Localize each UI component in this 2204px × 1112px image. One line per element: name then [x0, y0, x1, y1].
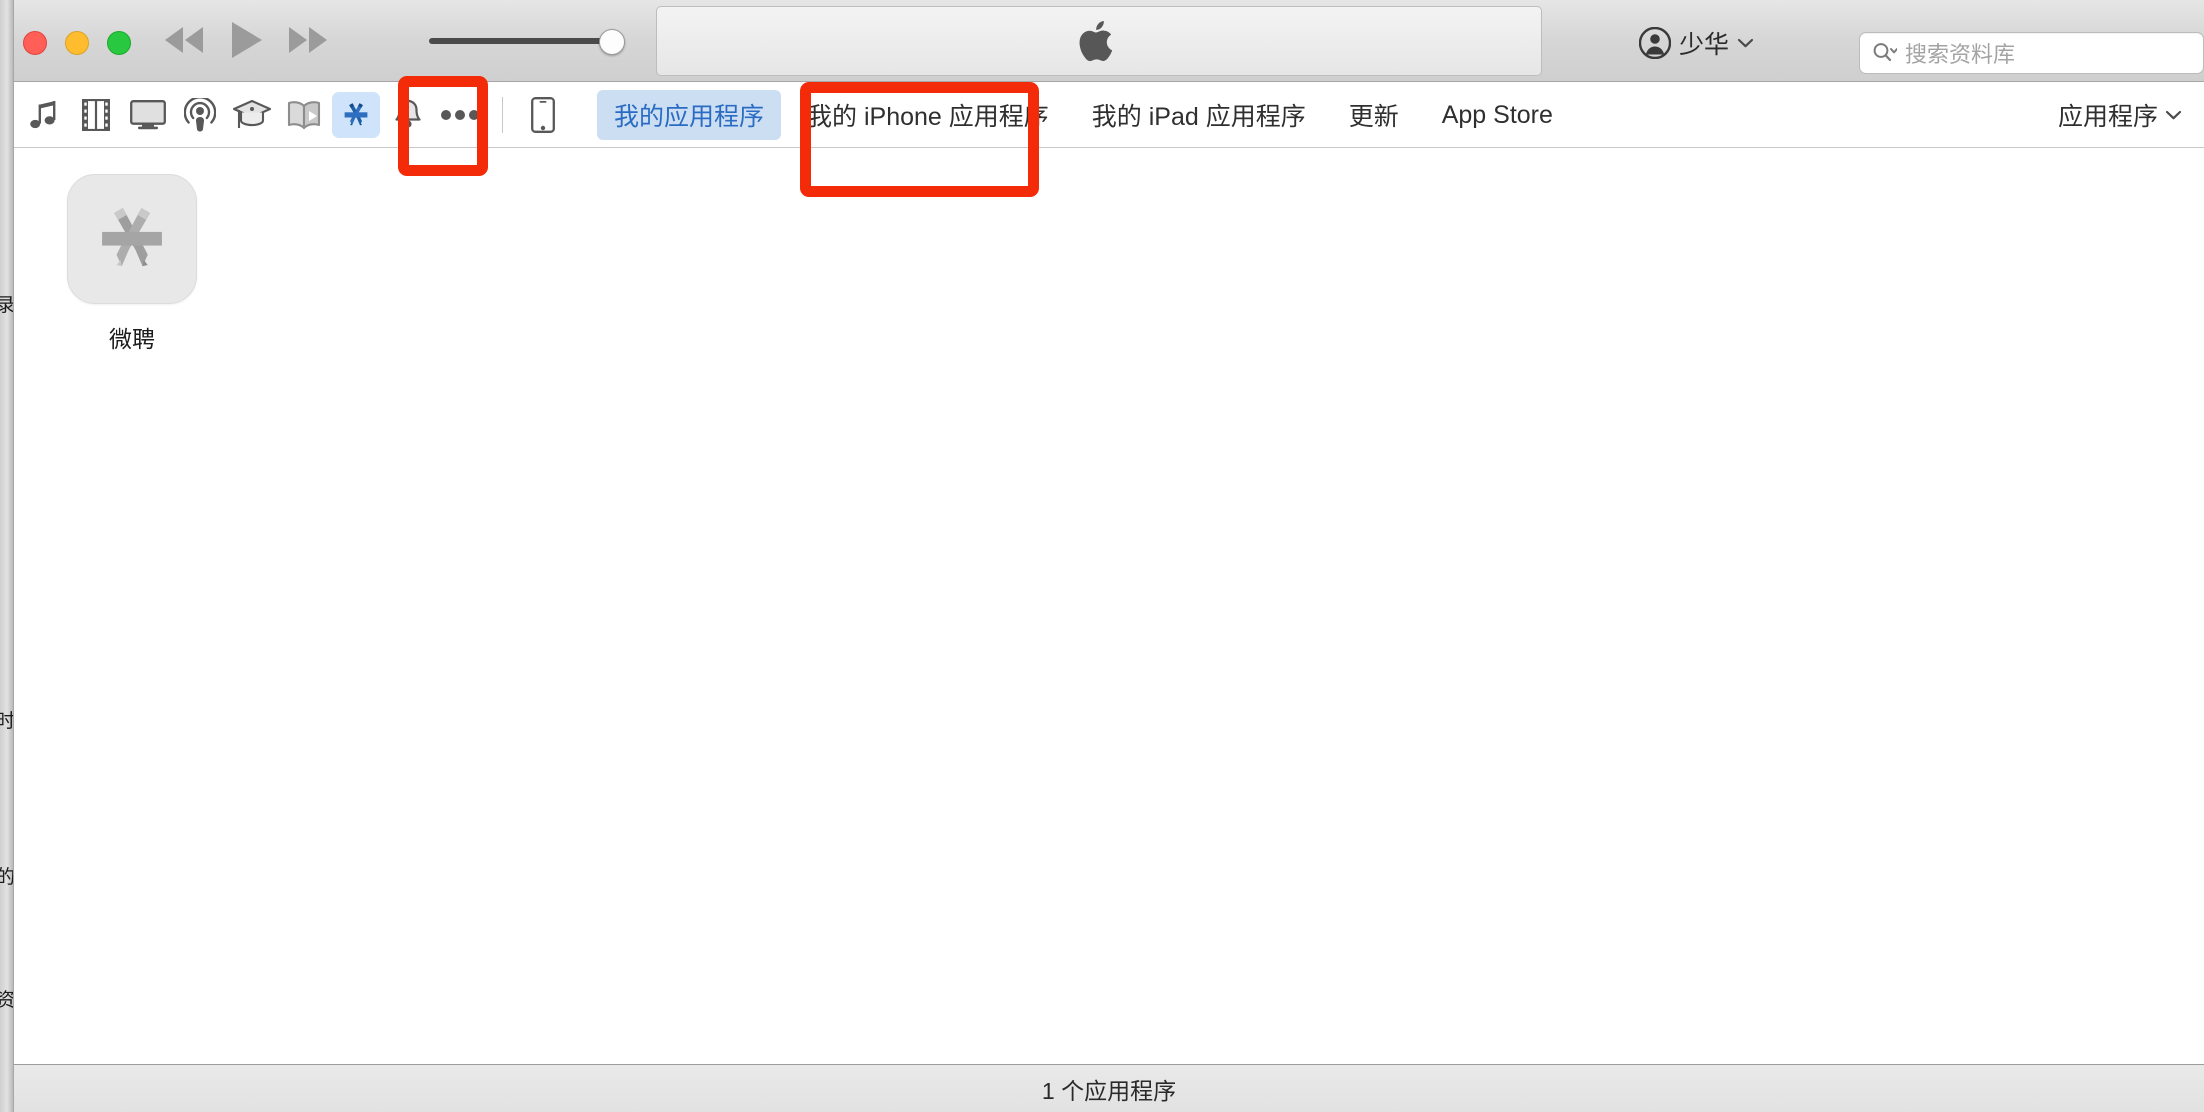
- app-name-label: 微聘: [109, 326, 155, 352]
- play-button[interactable]: [228, 20, 264, 60]
- tv-monitor-icon: [130, 100, 166, 130]
- itunes-window: 少华 搜索资料库 我的应用程序 我的 iPhone 应用程序 我的 iPad 应…: [13, 0, 2204, 1112]
- media-icon-tones[interactable]: [384, 92, 432, 138]
- itunes-window-root: 录 时 的 资 少华 搜索资料库 我的应用程序 我的 iPhone 应用程序 我…: [0, 0, 2204, 1112]
- apple-logo-icon: [1079, 21, 1113, 62]
- apps-grid: 微聘: [34, 174, 2204, 354]
- background-window-edge: 录 时 的 资: [0, 0, 13, 1112]
- search-field[interactable]: 搜索资料库: [1859, 32, 2204, 74]
- tab-app-store[interactable]: App Store: [1425, 94, 1570, 137]
- fast-forward-button[interactable]: [286, 24, 330, 56]
- zoom-button[interactable]: [107, 31, 131, 55]
- iphone-device-icon: [531, 97, 555, 133]
- music-note-icon: [30, 101, 56, 129]
- media-icon-movies[interactable]: [72, 92, 120, 138]
- tab-my-iphone-apps[interactable]: 我的 iPhone 应用程序: [790, 90, 1066, 140]
- film-strip-icon: [82, 99, 110, 131]
- rewind-icon: [165, 27, 203, 53]
- bg-fragment: 资: [0, 989, 13, 1011]
- media-icon-itunesu[interactable]: [228, 92, 276, 138]
- account-person-icon: [1639, 27, 1671, 59]
- volume-track[interactable]: [429, 38, 619, 44]
- toolbar-separator: [502, 97, 503, 133]
- status-bar-text: 1 个应用程序: [1041, 1077, 1177, 1104]
- tab-updates[interactable]: 更新: [1332, 90, 1416, 140]
- search-placeholder: 搜索资料库: [1905, 42, 2016, 67]
- view-dropdown[interactable]: 应用程序: [2058, 82, 2182, 148]
- rewind-button[interactable]: [162, 24, 206, 56]
- media-icon-music[interactable]: [20, 92, 68, 138]
- audiobook-icon: [287, 101, 321, 130]
- bg-fragment: 录: [0, 294, 13, 316]
- account-menu[interactable]: 少华: [1639, 25, 1754, 61]
- app-icon[interactable]: [67, 174, 197, 304]
- media-icon-tvshows[interactable]: [124, 92, 172, 138]
- app-store-icon: [344, 103, 368, 126]
- tab-my-apps[interactable]: 我的应用程序: [597, 90, 782, 140]
- transport-controls: [162, 20, 330, 60]
- podcast-icon: [184, 98, 216, 132]
- search-icon[interactable]: [1872, 41, 1897, 65]
- chevron-down-icon: [1737, 38, 1754, 48]
- account-name-label: 少华: [1679, 31, 1730, 59]
- bg-fragment: 时: [0, 710, 13, 732]
- media-kind-switcher: [20, 82, 571, 148]
- graduation-cap-icon: [233, 99, 271, 128]
- navigation-bar: 我的应用程序 我的 iPhone 应用程序 我的 iPad 应用程序 更新 Ap…: [14, 82, 2204, 148]
- tab-my-ipad-apps[interactable]: 我的 iPad 应用程序: [1075, 90, 1323, 140]
- media-icon-apps[interactable]: [332, 92, 380, 138]
- app-store-placeholder-icon: [102, 208, 162, 267]
- media-icon-more[interactable]: [436, 92, 484, 138]
- play-icon: [232, 22, 262, 58]
- lcd-status-display: [656, 6, 1542, 76]
- status-bar: 1 个应用程序: [14, 1065, 2204, 1112]
- bell-icon: [395, 98, 421, 128]
- device-button-iphone[interactable]: [519, 92, 567, 138]
- volume-thumb[interactable]: [599, 29, 625, 55]
- media-icon-podcasts[interactable]: [176, 92, 224, 138]
- fast-forward-icon: [289, 27, 327, 53]
- minimize-button[interactable]: [65, 31, 89, 55]
- bg-fragment: 的: [0, 866, 13, 888]
- volume-slider[interactable]: [429, 29, 634, 55]
- ellipsis-icon: [441, 110, 479, 120]
- apps-content-area: 微聘: [14, 148, 2204, 1065]
- title-bar: 少华 搜索资料库: [14, 0, 2204, 82]
- view-dropdown-label: 应用程序: [2057, 103, 2158, 131]
- library-tabs: 我的应用程序 我的 iPhone 应用程序 我的 iPad 应用程序 更新 Ap…: [597, 82, 1579, 148]
- chevron-down-icon: [2165, 110, 2182, 120]
- close-button[interactable]: [23, 31, 47, 55]
- traffic-lights: [23, 31, 131, 55]
- app-item[interactable]: 微聘: [34, 174, 230, 354]
- media-icon-audiobooks[interactable]: [280, 92, 328, 138]
